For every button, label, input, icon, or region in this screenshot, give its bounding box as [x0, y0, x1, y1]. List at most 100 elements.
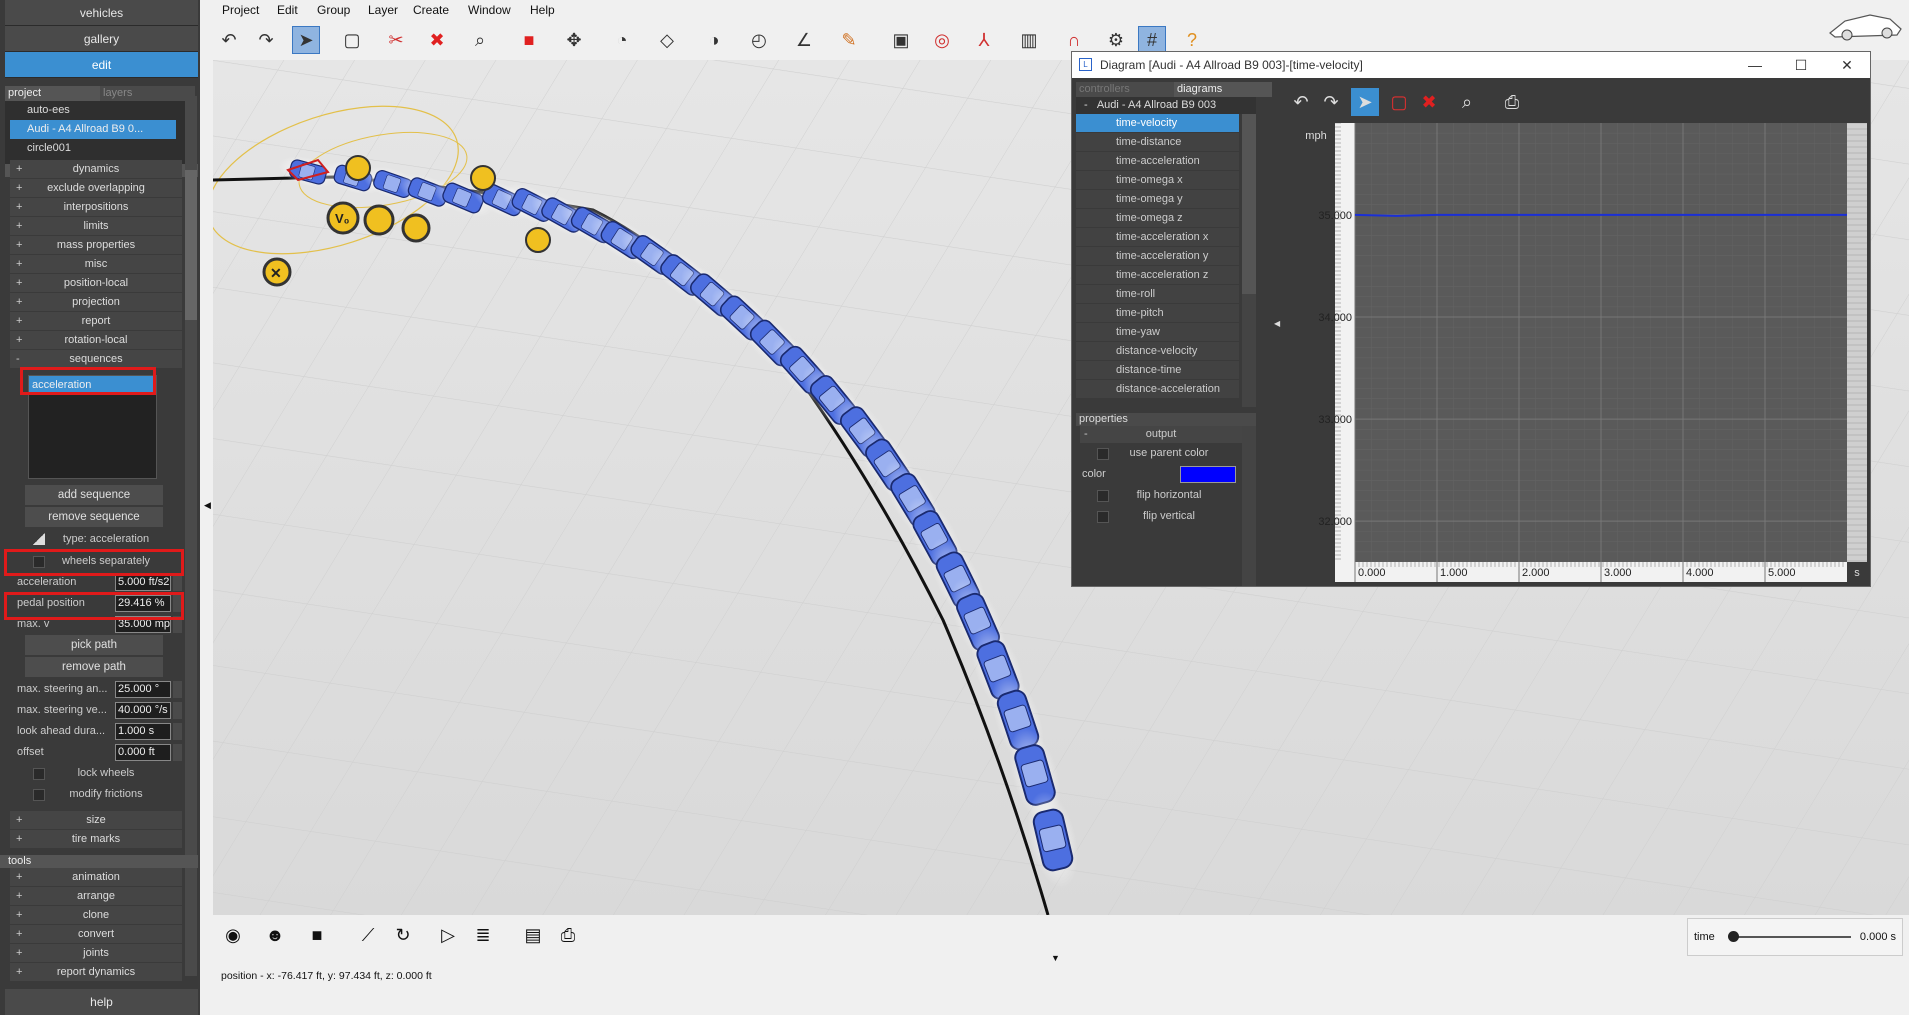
diagram-item[interactable]: time-omega x: [1076, 171, 1239, 190]
material-icon[interactable]: ▥: [1015, 26, 1043, 54]
gears-icon[interactable]: ⚙: [1102, 26, 1130, 54]
property-group-misc[interactable]: + misc: [10, 255, 182, 274]
property-group-clone[interactable]: + clone: [10, 906, 182, 925]
output-group[interactable]: - output: [1080, 426, 1242, 443]
diagram-item[interactable]: time-acceleration x: [1076, 228, 1239, 247]
flip-horizontal-checkbox[interactable]: [1097, 490, 1109, 502]
time-slider-knob[interactable]: [1728, 931, 1739, 942]
menu-window[interactable]: Window: [468, 3, 511, 17]
properties-scrollbar[interactable]: [1242, 426, 1256, 586]
delete-icon[interactable]: ✖: [423, 26, 451, 54]
lock-wheels-row[interactable]: lock wheels: [10, 763, 182, 784]
property-group-animation[interactable]: + animation: [10, 868, 182, 887]
diagram-window[interactable]: L Diagram [Audi - A4 Allroad B9 003]-[ti…: [1071, 51, 1871, 587]
menu-edit[interactable]: Edit: [277, 3, 298, 17]
expand-sign[interactable]: +: [16, 179, 22, 197]
nav-edit[interactable]: edit: [5, 52, 198, 78]
diagram-item[interactable]: distance-velocity: [1076, 342, 1239, 361]
expand-sign[interactable]: +: [16, 274, 22, 292]
print-icon[interactable]: ⎙: [553, 920, 583, 950]
property-group-dynamics[interactable]: + dynamics: [10, 160, 182, 179]
collapse-left-arrow-icon[interactable]: ◀: [204, 500, 211, 511]
close-icon[interactable]: ✕: [1824, 52, 1870, 78]
property-group-report[interactable]: + report: [10, 312, 182, 331]
tab-controllers[interactable]: controllers: [1076, 82, 1174, 97]
remove-sequence-button[interactable]: remove sequence: [25, 507, 163, 527]
remove-path-button[interactable]: remove path: [25, 657, 163, 677]
diagram-tree-header[interactable]: - Audi - A4 Allroad B9 003: [1076, 97, 1256, 114]
expand-sign[interactable]: +: [16, 236, 22, 254]
field-input[interactable]: 0.000 ft: [115, 744, 171, 761]
delete-split-icon[interactable]: ✂: [382, 26, 410, 54]
zoom-icon[interactable]: ⌕: [466, 26, 494, 54]
stopwatch-icon[interactable]: ◔: [608, 26, 636, 54]
menu-create[interactable]: Create: [413, 3, 449, 17]
property-group-projection[interactable]: + projection: [10, 293, 182, 312]
rectangle-select-icon[interactable]: ▢: [1385, 88, 1413, 116]
property-group-joints[interactable]: + joints: [10, 944, 182, 963]
expand-sign[interactable]: +: [16, 293, 22, 311]
red-cube-icon[interactable]: ■: [515, 26, 543, 54]
field-input[interactable]: 40.000 °/s: [115, 702, 171, 719]
expand-sign[interactable]: +: [16, 160, 22, 178]
menu-project[interactable]: Project: [222, 3, 259, 17]
field-input[interactable]: 1.000 s: [115, 723, 171, 740]
property-group-mass-properties[interactable]: + mass properties: [10, 236, 182, 255]
modify-frictions-checkbox[interactable]: [33, 789, 45, 801]
tab-layers[interactable]: layers: [100, 86, 195, 101]
delete-icon[interactable]: ✖: [1415, 88, 1443, 116]
target-frame-icon[interactable]: ▣: [887, 26, 915, 54]
flip-vertical-checkbox[interactable]: [1097, 511, 1109, 523]
field-spinner[interactable]: [173, 681, 182, 698]
tab-diagrams[interactable]: diagrams: [1174, 82, 1272, 97]
marker-icon[interactable]: [525, 227, 551, 253]
expand-sign[interactable]: +: [16, 944, 22, 962]
help-button[interactable]: help: [5, 989, 198, 1015]
fill-square-icon[interactable]: ■: [302, 920, 332, 950]
marker-icon[interactable]: [345, 155, 371, 181]
target-icon[interactable]: ◎: [928, 26, 956, 54]
property-group-arrange[interactable]: + arrange: [10, 887, 182, 906]
select-arrow-icon[interactable]: ➤: [1351, 88, 1379, 116]
speed-gauge-icon[interactable]: ◴: [745, 26, 773, 54]
print-icon[interactable]: ⎙: [1498, 88, 1526, 116]
nav-vehicles[interactable]: vehicles: [5, 0, 198, 26]
diagram-list-scrollbar[interactable]: [1242, 114, 1256, 407]
type-acceleration-row[interactable]: type: acceleration: [10, 529, 182, 551]
property-group-position-local[interactable]: + position-local: [10, 274, 182, 293]
diagram-item[interactable]: time-pitch: [1076, 304, 1239, 323]
plane-icon[interactable]: ◇: [653, 26, 681, 54]
field-input[interactable]: 25.000 °: [115, 681, 171, 698]
property-group-interpositions[interactable]: + interpositions: [10, 198, 182, 217]
diagram-splitter[interactable]: ◀: [1272, 82, 1284, 582]
redo-icon[interactable]: ↷: [1317, 88, 1345, 116]
field-spinner[interactable]: [173, 702, 182, 719]
expand-sign[interactable]: +: [16, 963, 22, 981]
expand-sign[interactable]: +: [16, 868, 22, 886]
property-group-exclude-overlapping[interactable]: + exclude overlapping: [10, 179, 182, 198]
lock-wheels-checkbox[interactable]: [33, 768, 45, 780]
menu-help[interactable]: Help: [530, 3, 555, 17]
expand-down-arrow-icon[interactable]: ▼: [1051, 953, 1060, 963]
property-group-tire-marks[interactable]: + tire marks: [10, 830, 182, 849]
head-view-icon[interactable]: ☻: [260, 920, 290, 950]
menu-group[interactable]: Group: [317, 3, 350, 17]
property-group-convert[interactable]: + convert: [10, 925, 182, 944]
expand-sign[interactable]: +: [16, 255, 22, 273]
marker-icon[interactable]: [470, 165, 496, 191]
chart-icon[interactable]: ⟋: [353, 920, 383, 950]
expand-sign[interactable]: +: [16, 312, 22, 330]
pick-path-button[interactable]: pick path: [25, 635, 163, 655]
diagram-item[interactable]: time-distance: [1076, 133, 1239, 152]
sequence-marker-icon[interactable]: [401, 213, 431, 243]
use-parent-color-checkbox[interactable]: [1097, 448, 1109, 460]
expand-sign[interactable]: +: [16, 830, 22, 848]
select-arrow-icon[interactable]: ➤: [292, 26, 320, 54]
expand-sign[interactable]: -: [16, 350, 20, 368]
angle-measure-icon[interactable]: ∠: [790, 26, 818, 54]
flip-horizontal-row[interactable]: flip horizontal: [1076, 485, 1242, 506]
redo-icon[interactable]: ↷: [252, 26, 280, 54]
field-input[interactable]: 5.000 ft/s2: [115, 574, 171, 591]
expand-sign[interactable]: +: [16, 217, 22, 235]
diagram-item[interactable]: time-omega y: [1076, 190, 1239, 209]
